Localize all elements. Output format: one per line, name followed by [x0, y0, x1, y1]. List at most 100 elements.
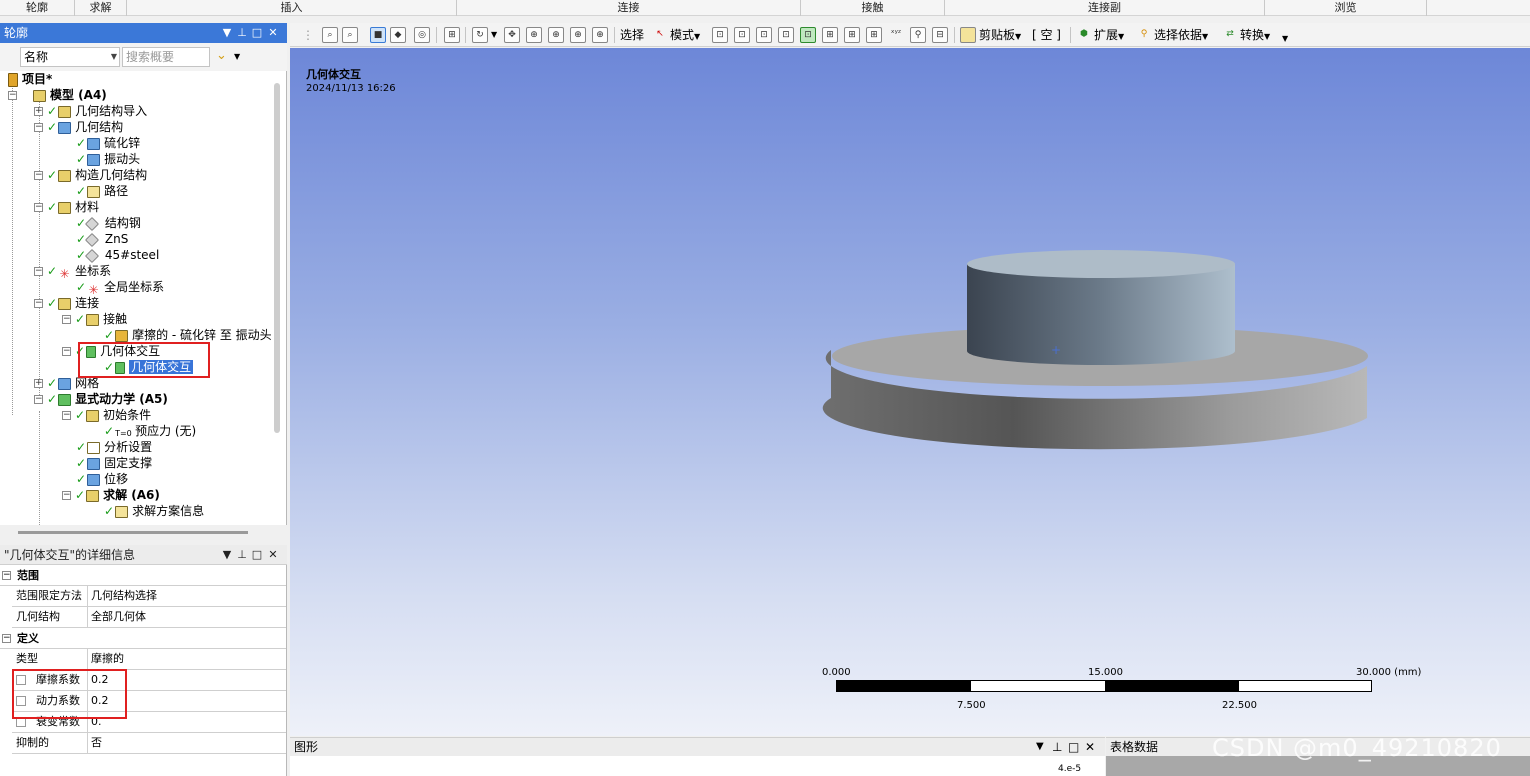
extend-icon[interactable]: ⬢ [1076, 27, 1092, 43]
tree-item-body-zns[interactable]: ✓ 硫化锌 [76, 135, 140, 151]
details-row-suppressed[interactable]: 抑制的 否 [12, 733, 286, 754]
convert-dropdown[interactable]: 转换▼ [1240, 26, 1270, 44]
tree-item-geometry-import[interactable]: + ✓ 几何结构导入 [34, 103, 147, 119]
zoom-to-fit-icon[interactable]: ⊕ [570, 27, 586, 43]
details-row-scoping-method[interactable]: 范围限定方法 几何结构选择 [12, 586, 286, 607]
dropdown-icon[interactable]: ▼ [220, 23, 234, 43]
extend-dropdown[interactable]: 扩展▼ [1094, 26, 1124, 44]
collapse-icon[interactable]: − [34, 171, 43, 180]
select-element-icon[interactable]: ⊞ [866, 27, 882, 43]
expand-icon[interactable]: + [34, 379, 43, 388]
zoom-box2-icon[interactable]: ⊕ [548, 27, 564, 43]
close-icon[interactable]: ✕ [1085, 738, 1095, 756]
tree-item-path[interactable]: ✓ 路径 [76, 183, 128, 199]
tree-item-materials[interactable]: − ✓ 材料 [34, 199, 99, 215]
probe-icon[interactable]: ⚲ [910, 27, 926, 43]
collapse-icon[interactable]: − [62, 315, 71, 324]
tree-item-frictional-contact[interactable]: ✓ 摩擦的 - 硫化锌 至 振动头 [104, 327, 272, 343]
magnifier-icon[interactable]: ⊕ [592, 27, 608, 43]
maximize-icon[interactable]: □ [250, 545, 264, 565]
tree-item-displacement[interactable]: ✓ 位移 [76, 471, 128, 487]
tree-item-body-horn[interactable]: ✓ 振动头 [76, 151, 140, 167]
select-mode-icon[interactable]: ↖ [652, 27, 668, 43]
collapse-icon[interactable]: − [8, 91, 17, 100]
tree-item-material-zns[interactable]: ✓ ZnS [76, 231, 128, 247]
collapse-icon[interactable]: − [62, 491, 71, 500]
convert-icon[interactable]: ⇄ [1222, 27, 1238, 43]
collapse-icon[interactable]: − [34, 267, 43, 276]
close-icon[interactable]: ✕ [266, 23, 280, 43]
tree-item-fixed-support[interactable]: ✓ 固定支撑 [76, 455, 152, 471]
wireframe-icon[interactable]: ■ [370, 27, 386, 43]
collapse-icon[interactable]: − [34, 395, 43, 404]
pan-icon[interactable]: ✥ [504, 27, 520, 43]
details-row-type[interactable]: 类型 摩擦的 [12, 649, 286, 670]
tree-item-prestress[interactable]: ✓T=0 预应力 (无) [104, 423, 196, 439]
tree-item-construction-geometry[interactable]: − ✓ 构造几何结构 [34, 167, 147, 183]
select-body-icon[interactable]: ⊡ [778, 27, 794, 43]
coordinate-icon[interactable]: ˣʸᶻ [888, 27, 904, 43]
select-label[interactable]: 选择 [620, 26, 644, 44]
zoom-fit-icon[interactable]: ⌕ [322, 27, 338, 43]
select-node-icon[interactable]: ⊞ [822, 27, 838, 43]
label-icon[interactable]: ⊟ [932, 27, 948, 43]
dropdown-icon[interactable]: ▼ [1036, 738, 1044, 756]
collapse-icon[interactable]: − [2, 634, 11, 643]
maximize-icon[interactable]: □ [250, 23, 264, 43]
toolbar-overflow-icon[interactable]: ▼ [1282, 30, 1288, 48]
tree-item-material-45steel[interactable]: ✓ 45#steel [76, 247, 159, 263]
tree-item-solution-information[interactable]: ✓ 求解方案信息 [104, 503, 204, 519]
details-section-scope[interactable]: − 范围 [0, 566, 286, 586]
dropdown-icon[interactable]: ▼ [220, 545, 234, 565]
display-icon[interactable]: ◎ [414, 27, 430, 43]
horn-body[interactable] [967, 250, 1235, 365]
pin-icon[interactable]: ⊥ [235, 23, 249, 43]
ribbon-tab-outline[interactable]: 轮廓 [0, 0, 75, 16]
collapse-icon[interactable]: − [62, 347, 71, 356]
tree-item-project[interactable]: 项目* [8, 71, 52, 87]
rotate-icon[interactable]: ↻ [472, 27, 488, 43]
tree-horizontal-scrollbar[interactable] [18, 531, 248, 534]
rotate-dropdown-icon[interactable]: ▼ [491, 26, 497, 44]
pin-icon[interactable]: ⊥ [1052, 738, 1062, 756]
select-vertex-icon[interactable]: ⊡ [712, 27, 728, 43]
collapse-icon[interactable]: − [34, 123, 43, 132]
collapse-icon[interactable]: − [62, 411, 71, 420]
tree-item-geometry[interactable]: − ✓ 几何结构 [34, 119, 123, 135]
dropdown-small-icon[interactable]: ▼ [234, 52, 240, 61]
close-icon[interactable]: ✕ [266, 545, 280, 565]
filter-chevron-icon[interactable]: ⌄ [216, 48, 227, 63]
details-row-geometry[interactable]: 几何结构 全部几何体 [12, 607, 286, 628]
tree-item-coordinate-systems[interactable]: − ✓ ✳ 坐标系 [34, 263, 111, 281]
select-face-icon[interactable]: ⊡ [756, 27, 772, 43]
graphics-viewport[interactable]: 几何体交互 2024/11/13 16:26 + 0.000 15.000 30… [290, 48, 1530, 736]
details-section-definition[interactable]: − 定义 [0, 629, 286, 649]
clipboard-dropdown[interactable]: 剪贴板▼ [979, 26, 1021, 44]
shaded-icon[interactable]: ◆ [390, 27, 406, 43]
collapse-icon[interactable]: − [34, 203, 43, 212]
tree-item-connections[interactable]: − ✓ 连接 [34, 295, 99, 311]
tree-item-global-cs[interactable]: ✓ ✳ 全局坐标系 [76, 279, 164, 297]
mode-dropdown[interactable]: 模式▼ [670, 26, 700, 44]
ribbon-tab-solve[interactable]: 求解 [75, 0, 127, 16]
tree-item-explicit-dynamics[interactable]: − ✓ 显式动力学 (A5) [34, 391, 168, 407]
select-by-dropdown[interactable]: 选择依据▼ [1154, 26, 1208, 44]
clipboard-icon[interactable] [960, 27, 976, 43]
tree-item-contacts[interactable]: − ✓ 接触 [62, 311, 127, 327]
maximize-icon[interactable]: □ [1068, 738, 1079, 756]
collapse-icon[interactable]: − [34, 299, 43, 308]
zoom-box-icon[interactable]: ⌕ [342, 27, 358, 43]
tree-item-analysis-settings[interactable]: ✓ 分析设置 [76, 439, 152, 455]
tree-item-material-steel[interactable]: ✓ 结构钢 [76, 215, 141, 231]
tree-item-initial-conditions[interactable]: − ✓ 初始条件 [62, 407, 151, 423]
filter-type-select[interactable]: 名称 ▼ [20, 47, 120, 67]
select-body-active-icon[interactable]: ⊡ [800, 27, 816, 43]
select-edge-icon[interactable]: ⊡ [734, 27, 750, 43]
collapse-icon[interactable]: − [2, 571, 11, 580]
select-element-face-icon[interactable]: ⊞ [844, 27, 860, 43]
search-input[interactable]: 搜索概要 [122, 47, 210, 67]
tree-vertical-scrollbar[interactable] [274, 83, 280, 433]
tree-item-model[interactable]: − 模型 (A4) [8, 87, 107, 103]
expand-icon[interactable]: + [34, 107, 43, 116]
zoom-icon[interactable]: ⊕ [526, 27, 542, 43]
